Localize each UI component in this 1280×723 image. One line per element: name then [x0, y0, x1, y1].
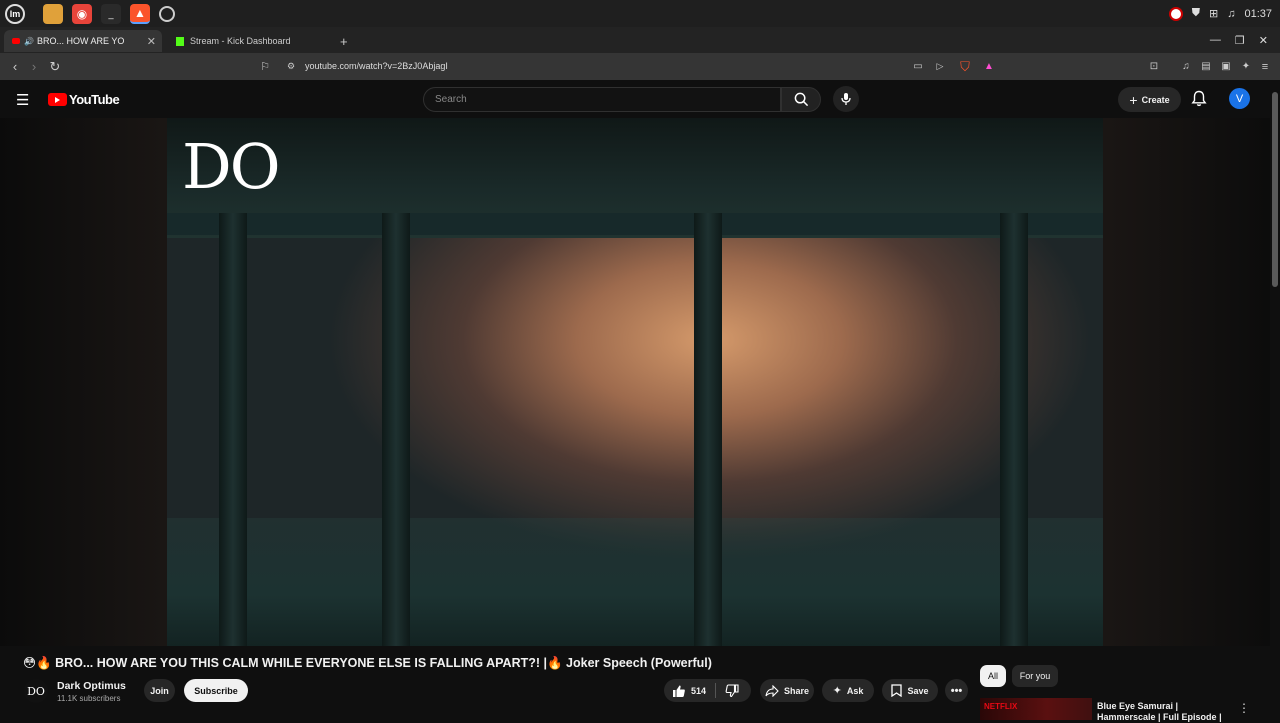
youtube-play-icon	[48, 93, 67, 106]
share-page-icon[interactable]: ▷	[931, 53, 949, 80]
save-label: Save	[907, 685, 929, 696]
channel-avatar[interactable]: DO	[24, 679, 48, 703]
more-vert-icon[interactable]: ⋮	[1238, 701, 1250, 715]
minimize-icon[interactable]: —	[1210, 34, 1221, 46]
notifications-button[interactable]	[1191, 90, 1207, 112]
divider	[715, 683, 717, 698]
plus-icon: +	[1129, 91, 1138, 108]
os-taskbar: lm ◉ _ ▲ ⛊ ⊞ ♫ 01:37	[0, 0, 1280, 27]
video-frame-city	[167, 518, 1103, 646]
brave-browser-icon[interactable]: ▲	[130, 3, 150, 24]
menu-icon[interactable]: ≡	[1256, 53, 1274, 80]
wallet-icon[interactable]: ▣	[1217, 53, 1235, 80]
tab-youtube[interactable]: 🔊 BRO... HOW ARE YO ✕	[4, 30, 162, 52]
join-button[interactable]: Join	[144, 679, 175, 702]
shield-tray-icon[interactable]: ⛊	[1192, 7, 1200, 20]
sidebar-icon[interactable]: ▤	[1197, 53, 1215, 80]
channel-watermark: DO	[182, 130, 281, 203]
search-icon	[794, 92, 808, 107]
address-bar: ‹ › ↻ ⚐ ⚙ youtube.com/watch?v=2BzJ0Abjag…	[0, 53, 1280, 80]
sparkle-icon: ✦	[832, 685, 842, 697]
firefox-icon[interactable]: ◉	[72, 3, 92, 24]
cast-icon[interactable]: ▭	[909, 53, 927, 80]
thumbs-up-icon	[673, 685, 685, 697]
kick-favicon-icon	[176, 36, 184, 46]
like-count: 514	[691, 685, 707, 696]
save-button[interactable]: Save	[882, 679, 938, 702]
microphone-icon	[841, 93, 851, 105]
page-scrollbar[interactable]	[1270, 80, 1280, 720]
brave-rewards-icon[interactable]: ▲	[980, 53, 998, 80]
terminal-icon[interactable]: _	[101, 3, 121, 24]
forward-icon[interactable]: ›	[25, 53, 43, 80]
close-window-icon[interactable]: ✕	[1259, 34, 1268, 47]
ask-label: Ask	[846, 685, 864, 696]
guide-menu-icon[interactable]: ☰	[16, 91, 29, 109]
browser-tab-bar: 🔊 BRO... HOW ARE YO ✕ Stream - Kick Dash…	[0, 27, 1280, 53]
music-tray-icon[interactable]: ♫	[1227, 8, 1235, 20]
brave-shields-icon[interactable]: ⛉	[956, 53, 974, 80]
subscriber-count: 11.1K subscribers	[57, 694, 121, 703]
url-field[interactable]: youtube.com/watch?v=2BzJ0AbjagI	[305, 53, 448, 80]
share-label: Share	[783, 685, 809, 696]
window-frame-bar	[1000, 213, 1028, 646]
chip-all[interactable]: All	[980, 665, 1006, 687]
new-tab-button[interactable]: +	[332, 30, 352, 52]
account-avatar[interactable]: V	[1229, 88, 1250, 109]
tab-label: BRO... HOW ARE YO	[36, 36, 125, 46]
logo-text: YouTube	[69, 92, 120, 107]
obs-tray-icon[interactable]	[1168, 6, 1183, 21]
leo-ai-icon[interactable]: ✦	[1237, 53, 1255, 80]
window-frame-bar	[382, 213, 410, 646]
share-arrow-icon	[765, 684, 779, 697]
voice-search-button[interactable]	[833, 86, 859, 112]
window-frame-bar	[219, 213, 247, 646]
share-button[interactable]: Share	[760, 679, 814, 702]
channel-name[interactable]: Dark Optimus	[57, 680, 126, 692]
like-button[interactable]: 514	[672, 684, 706, 698]
obs-icon[interactable]	[159, 5, 175, 22]
bookmark-icon[interactable]: ⚐	[256, 53, 274, 80]
back-icon[interactable]: ‹	[6, 53, 24, 80]
thumbs-down-icon[interactable]	[725, 683, 739, 698]
media-icon[interactable]: ♫	[1177, 53, 1195, 80]
video-player[interactable]: DO	[167, 118, 1103, 646]
screenshot-icon[interactable]: ⊡	[1145, 53, 1163, 80]
window-frame-bar	[694, 213, 722, 646]
more-actions-button[interactable]: •••	[945, 679, 968, 702]
network-tray-icon[interactable]: ⊞	[1209, 7, 1218, 20]
audio-icon[interactable]: 🔊	[24, 37, 34, 46]
youtube-logo[interactable]: YouTube	[48, 92, 120, 107]
clock[interactable]: 01:37	[1244, 8, 1272, 20]
create-label: Create	[1141, 94, 1170, 105]
search-input[interactable]: Search	[423, 87, 781, 112]
scroll-thumb[interactable]	[1272, 92, 1278, 287]
files-folder-icon[interactable]	[43, 3, 63, 24]
subscribe-button[interactable]: Subscribe	[184, 679, 248, 702]
close-tab-icon[interactable]: ✕	[147, 35, 156, 48]
video-title: 😳🔥 BRO... HOW ARE YOU THIS CALM WHILE EV…	[23, 656, 712, 670]
recommended-video-thumbnail[interactable]: NETFLIX	[980, 698, 1092, 720]
save-bookmark-icon	[891, 684, 903, 697]
search-button[interactable]	[781, 87, 821, 112]
ask-button[interactable]: ✦ Ask	[822, 679, 874, 702]
tab-kick-dashboard[interactable]: Stream - Kick Dashboard	[168, 30, 328, 52]
chip-for-you[interactable]: For you	[1012, 665, 1058, 687]
tab-label: Stream - Kick Dashboard	[190, 36, 291, 46]
youtube-favicon-icon	[12, 38, 20, 44]
bell-icon	[1191, 90, 1207, 107]
reload-icon[interactable]: ↻	[46, 53, 64, 80]
netflix-badge: NETFLIX	[984, 702, 1018, 711]
window-controls: — ❐ ✕	[1210, 27, 1268, 53]
like-dislike-group: 514	[664, 679, 751, 702]
mint-menu-icon[interactable]: lm	[5, 3, 25, 24]
site-info-icon[interactable]: ⚙	[282, 53, 300, 80]
create-button[interactable]: + Create	[1118, 87, 1181, 112]
more-horizontal-icon: •••	[950, 684, 963, 697]
video-frame-transom	[167, 213, 1103, 235]
maximize-icon[interactable]: ❐	[1235, 34, 1245, 47]
youtube-header: ☰ YouTube Search + Create V	[0, 80, 1270, 118]
